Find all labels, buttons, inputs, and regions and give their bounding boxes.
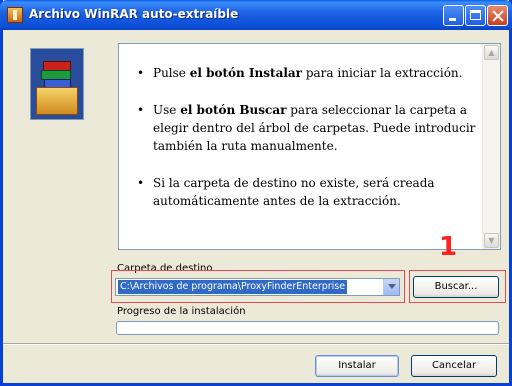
instructions-list: Pulse el botón Instalar para iniciar la … <box>137 64 477 229</box>
instruction-item: Pulse el botón Instalar para iniciar la … <box>137 64 477 82</box>
instructions-panel: Pulse el botón Instalar para iniciar la … <box>118 43 501 250</box>
browse-button[interactable]: Buscar... <box>413 276 499 298</box>
progress-label: Progreso de la instalación <box>117 306 246 317</box>
annotation-number: 1 <box>439 232 458 262</box>
scroll-up-icon[interactable]: ▲ <box>484 45 499 60</box>
window-title: Archivo WinRAR auto-extraíble <box>29 7 239 21</box>
winrar-icon <box>7 7 23 23</box>
install-button[interactable]: Instalar <box>315 355 399 377</box>
instruction-item: Si la carpeta de destino no existe, será… <box>137 174 477 210</box>
install-progress-bar <box>116 321 499 335</box>
destination-path-combo[interactable]: C:\Archivos de programa\ProxyFinderEnter… <box>115 278 400 296</box>
vertical-scrollbar[interactable]: ▲ ▼ <box>482 44 500 249</box>
winrar-archive-box-icon <box>30 48 84 120</box>
title-bar[interactable]: Archivo WinRAR auto-extraíble <box>0 0 512 30</box>
scroll-down-icon[interactable]: ▼ <box>484 233 499 248</box>
chevron-down-icon[interactable] <box>383 279 399 295</box>
close-button[interactable] <box>487 5 508 26</box>
minimize-button[interactable] <box>443 5 464 26</box>
destination-path-value[interactable]: C:\Archivos de programa\ProxyFinderEnter… <box>118 280 348 294</box>
footer-separator <box>3 343 509 345</box>
maximize-button[interactable] <box>465 5 486 26</box>
cancel-button[interactable]: Cancelar <box>411 355 497 377</box>
winrar-sfx-window: Archivo WinRAR auto-extraíble Pulse el b… <box>0 0 512 386</box>
instruction-item: Use el botón Buscar para seleccionar la … <box>137 101 477 155</box>
